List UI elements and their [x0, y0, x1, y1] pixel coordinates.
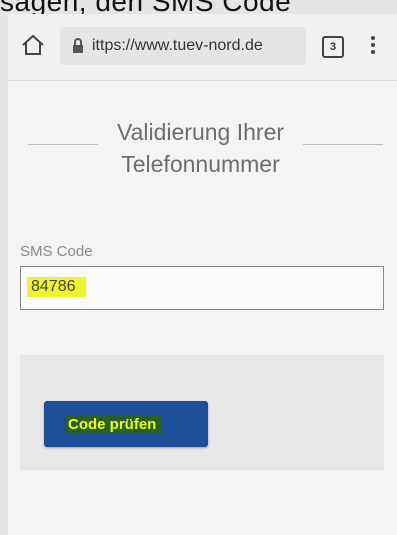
overflow-menu-icon[interactable] [368, 36, 378, 58]
address-bar[interactable]: ittps://www.tuev-nord.de [60, 27, 306, 65]
browser-toolbar: ittps://www.tuev-nord.de 3 [8, 14, 397, 81]
check-code-button[interactable]: Code prüfen [44, 401, 208, 447]
title-line-2: Telefonnummer [121, 151, 280, 177]
check-code-button-label: Code prüfen [66, 415, 163, 434]
tab-switcher-button[interactable]: 3 [322, 36, 344, 58]
phone-screen: ittps://www.tuev-nord.de 3 Validierung I… [8, 14, 397, 535]
page-title: Validierung Ihrer Telefonnummer [8, 114, 397, 194]
lock-icon [72, 38, 84, 54]
home-icon[interactable] [20, 32, 46, 58]
sms-code-label: SMS Code [20, 243, 93, 260]
url-text: ittps://www.tuev-nord.de [92, 37, 263, 54]
sms-code-value: 84786 [27, 277, 86, 297]
action-panel: Code prüfen [20, 355, 384, 470]
sms-code-input[interactable]: 84786 [20, 266, 384, 310]
title-divider-right [303, 144, 383, 145]
title-text: Validierung Ihrer Telefonnummer [88, 116, 313, 180]
title-line-1: Validierung Ihrer [116, 119, 285, 145]
